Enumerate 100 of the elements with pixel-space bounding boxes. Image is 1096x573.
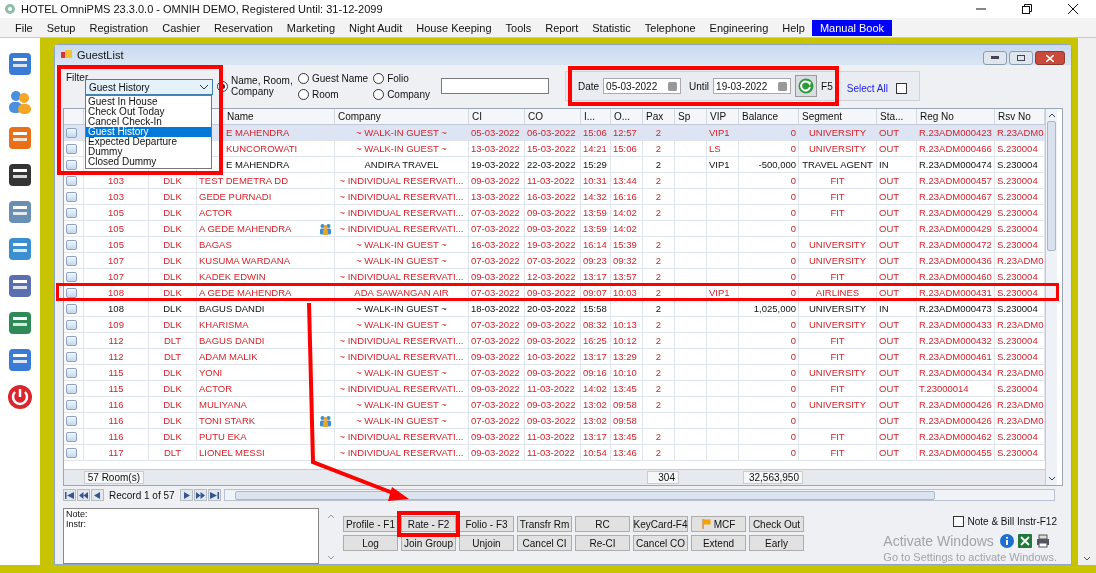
menu-item[interactable]: Reservation — [207, 19, 280, 36]
column-header[interactable]: Reg No — [920, 109, 954, 124]
column-header[interactable]: Sp — [678, 109, 691, 124]
previous-record-icon[interactable] — [91, 489, 104, 501]
menu-item[interactable]: Setup — [39, 19, 83, 36]
date-field[interactable]: 05-03-2022 — [603, 78, 682, 94]
row-checkbox[interactable] — [66, 223, 77, 234]
last-record-icon[interactable] — [207, 489, 221, 501]
table-row[interactable]: 115 DLK YONI ~ WALK-IN GUEST ~ 07-03-2022 09-03-2022 09:16 10:10 2 0 UNIVERSITY OUT R.23ADM000434 R.23ADM0 — [64, 365, 1045, 381]
row-checkbox[interactable] — [66, 239, 77, 250]
row-checkbox[interactable] — [66, 399, 77, 410]
menu-item[interactable]: Engineering — [702, 19, 776, 36]
date-field[interactable]: 19-03-2022 — [713, 78, 792, 94]
printer-icon[interactable] — [1035, 534, 1050, 548]
column-header[interactable]: CI — [472, 109, 482, 124]
table-row[interactable]: 105 DLK ACTOR ~ INDIVIDUAL RESERVATI... 07-03-2022 09-03-2022 13:59 14:02 2 0 FIT OUT R.23ADM000429 S.230004 — [64, 205, 1045, 221]
row-checkbox[interactable] — [66, 303, 77, 314]
table-row[interactable]: 115 DLK ACTOR ~ INDIVIDUAL RESERVATI... 09-03-2022 11-03-2022 14:02 13:45 2 0 FIT OUT T.23000014 S.230004 — [64, 381, 1045, 397]
info-icon[interactable] — [999, 534, 1014, 548]
table-row[interactable]: 105 DLK A GEDE MAHENDRA ~ INDIVIDUAL RESERVATI... 07-03-2022 09-03-2022 13:59 14:02 0 OUT R.23ADM000429 S.230004 — [64, 221, 1045, 237]
column-header[interactable]: Balance — [742, 109, 779, 124]
row-checkbox[interactable] — [66, 335, 77, 346]
action-button[interactable]: Cancel CI — [517, 535, 572, 551]
table-row[interactable]: 109 DLK KHARISMA ~ WALK-IN GUEST ~ 07-03-2022 09-03-2022 08:32 10:13 2 0 UNIVERSITY OUT R.23ADM000433 R.23ADM0 — [64, 317, 1045, 333]
chevron-down-icon[interactable] — [327, 554, 335, 560]
row-checkbox[interactable] — [66, 175, 77, 186]
row-checkbox[interactable] — [66, 159, 77, 170]
minimize-button[interactable] — [983, 51, 1007, 65]
radio-button[interactable] — [298, 88, 309, 100]
column-header[interactable]: VIP — [710, 109, 727, 124]
action-button[interactable]: Log — [343, 535, 398, 551]
action-button[interactable]: Rate - F2 — [401, 516, 456, 532]
row-checkbox[interactable] — [66, 287, 77, 298]
dropdown-option[interactable]: Guest History — [86, 127, 211, 137]
horizontal-scrollbar[interactable] — [223, 489, 1055, 501]
row-checkbox[interactable] — [66, 319, 77, 330]
menu-item[interactable]: Manual Book — [811, 19, 893, 36]
action-button[interactable]: Extend — [691, 535, 746, 551]
menu-item[interactable]: Cashier — [155, 19, 208, 36]
column-header[interactable]: O... — [614, 109, 631, 124]
table-row[interactable]: 116 DLK PUTU EKA ~ INDIVIDUAL RESERVATI... 09-03-2022 11-03-2022 13:17 13:45 2 0 FIT OUT R.23ADM000462 S.230004 — [64, 429, 1045, 445]
spreadsheet-icon[interactable] — [1017, 534, 1032, 548]
select-all-checkbox[interactable] — [895, 82, 907, 94]
action-button[interactable]: Re-CI — [575, 535, 630, 551]
row-checkbox[interactable] — [66, 143, 77, 154]
row-checkbox[interactable] — [66, 191, 77, 202]
menu-item[interactable]: Report — [538, 19, 586, 36]
select-all-link[interactable]: Select All — [846, 80, 888, 96]
menu-item[interactable]: Marketing — [279, 19, 343, 36]
action-button[interactable]: Folio - F3 — [459, 516, 514, 532]
table-row[interactable]: 108 DLK BAGUS DANDI ~ WALK-IN GUEST ~ 18-03-2022 20-03-2022 15:58 2 1,025,000 UNIVERSITY IN R.23ADM000473 S.230004 — [64, 301, 1045, 317]
note-bill-checkbox[interactable] — [952, 516, 964, 527]
note-box[interactable]: Note: Instr: — [63, 508, 319, 564]
row-checkbox[interactable] — [66, 351, 77, 362]
column-header[interactable]: Company — [338, 109, 381, 124]
menu-item[interactable]: Tools — [498, 19, 539, 36]
chevron-up-icon[interactable] — [327, 514, 335, 519]
table-row[interactable]: 117 DLT LIONEL MESSI ~ INDIVIDUAL RESERVATI... 09-03-2022 11-03-2022 10:54 13:46 2 0 FIT OUT R.23ADM000455 S.230004 — [64, 445, 1045, 461]
menu-item[interactable]: Statistic — [585, 19, 638, 36]
row-checkbox[interactable] — [66, 207, 77, 218]
row-checkbox[interactable] — [66, 367, 77, 378]
action-button[interactable]: Cancel CO — [633, 535, 688, 551]
action-button[interactable]: Check Out — [749, 516, 804, 532]
action-button[interactable]: RC — [575, 516, 630, 532]
menu-item[interactable]: File — [8, 19, 40, 36]
action-button[interactable]: MCF — [691, 516, 746, 532]
next-page-icon[interactable] — [193, 489, 207, 501]
vertical-scrollbar[interactable] — [1078, 38, 1096, 565]
next-record-icon[interactable] — [179, 489, 193, 501]
row-checkbox[interactable] — [66, 127, 77, 138]
filter-dropdown[interactable]: Guest History — [85, 79, 213, 95]
dropdown-option[interactable]: Cancel Check-In — [86, 117, 211, 127]
row-checkbox[interactable] — [66, 415, 77, 426]
first-record-icon[interactable] — [63, 489, 76, 501]
close-button[interactable] — [1035, 51, 1065, 65]
menu-item[interactable]: Registration — [82, 19, 156, 36]
table-row[interactable]: 116 DLK MULIYANA ~ WALK-IN GUEST ~ 07-03-2022 09-03-2022 13:02 09:58 2 0 UNIVERSITY OUT R.23ADM000426 R.23ADM0 — [64, 397, 1045, 413]
vertical-scrollbar[interactable] — [1045, 109, 1057, 485]
table-row[interactable]: 105 DLK BAGAS ~ WALK-IN GUEST ~ 16-03-2022 19-03-2022 16:14 15:39 2 0 UNIVERSITY OUT R.23ADM000472 S.230004 — [64, 237, 1045, 253]
table-row[interactable]: 103 DLK TEST DEMETRA DD ~ INDIVIDUAL RESERVATI... 09-03-2022 11-03-2022 10:31 13:44 2 0 FIT OUT R.23ADM000457 S.230004 — [64, 173, 1045, 189]
action-button[interactable]: Unjoin — [459, 535, 514, 551]
column-header[interactable]: Rsv No — [998, 109, 1031, 124]
table-row[interactable]: 107 DLK KUSUMA WARDANA ~ WALK-IN GUEST ~ 07-03-2022 07-03-2022 09:23 09:32 2 0 UNIVERSITY OUT R.23ADM000436 R.23ADM0 — [64, 253, 1045, 269]
table-row[interactable]: 116 DLK TONI STARK ~ WALK-IN GUEST ~ 07-03-2022 09-03-2022 13:02 09:58 0 OUT R.23ADM000426 R.23ADM0 — [64, 413, 1045, 429]
row-checkbox[interactable] — [66, 271, 77, 282]
row-checkbox[interactable] — [66, 255, 77, 266]
radio-button[interactable] — [373, 88, 385, 100]
action-button[interactable]: Transfr Rm — [517, 516, 572, 532]
column-header[interactable]: CO — [528, 109, 543, 124]
row-checkbox[interactable] — [66, 383, 77, 394]
card-icon[interactable] — [6, 50, 34, 78]
row-checkbox[interactable] — [66, 447, 77, 458]
column-header[interactable]: Pax — [646, 109, 664, 124]
menu-item[interactable]: Night Audit — [342, 19, 410, 36]
table-row[interactable]: 112 DLT BAGUS DANDI ~ INDIVIDUAL RESERVATI... 07-03-2022 09-03-2022 16:25 10:12 2 0 FIT OUT R.23ADM000432 S.230004 — [64, 333, 1045, 349]
menu-item[interactable]: Help — [775, 19, 812, 36]
dropdown-option[interactable]: Guest In House — [86, 97, 211, 107]
column-header[interactable]: Segment — [802, 109, 843, 124]
dropdown-option[interactable]: Dummy — [86, 147, 211, 157]
search-field[interactable] — [440, 78, 549, 94]
